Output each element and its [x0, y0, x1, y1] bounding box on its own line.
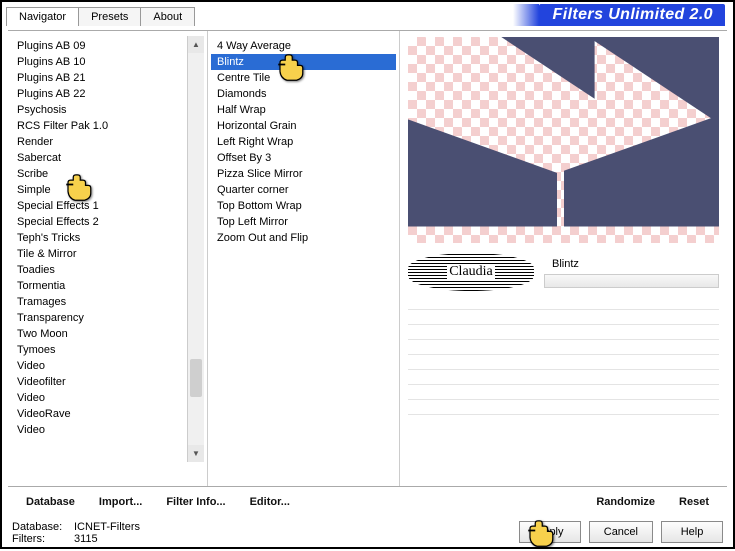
parameter-slider[interactable]: [544, 274, 719, 288]
list-item[interactable]: Half Wrap: [211, 102, 396, 118]
list-item[interactable]: Tile & Mirror: [11, 246, 204, 262]
database-button[interactable]: Database: [14, 492, 87, 512]
cancel-button[interactable]: Cancel: [589, 521, 653, 543]
list-item[interactable]: Teph's Tricks: [11, 230, 204, 246]
list-item[interactable]: Scribe: [11, 166, 204, 182]
filter-list[interactable]: 4 Way AverageBlintzCentre TileDiamondsHa…: [211, 36, 396, 248]
list-item[interactable]: Videofilter: [11, 374, 204, 390]
app-title: Filters Unlimited 2.0: [539, 4, 725, 26]
toolbar: Database Import... Filter Info... Editor…: [8, 486, 727, 517]
list-item[interactable]: Centre Tile: [211, 70, 396, 86]
list-item[interactable]: Tormentia: [11, 278, 204, 294]
import-button[interactable]: Import...: [87, 492, 154, 512]
list-item[interactable]: Sabercat: [11, 150, 204, 166]
list-item[interactable]: Transparency: [11, 310, 204, 326]
list-item[interactable]: Plugins AB 21: [11, 70, 204, 86]
tabs: Navigator Presets About: [6, 6, 194, 25]
filter-preview: [408, 37, 719, 243]
list-item[interactable]: Plugins AB 09: [11, 38, 204, 54]
list-item[interactable]: Psychosis: [11, 102, 204, 118]
parameter-rows: [408, 295, 719, 415]
list-item[interactable]: Horizontal Grain: [211, 118, 396, 134]
list-item[interactable]: Diamonds: [211, 86, 396, 102]
list-item[interactable]: Two Moon: [11, 326, 204, 342]
scroll-down-icon[interactable]: ▼: [188, 445, 204, 462]
scroll-thumb[interactable]: [190, 359, 202, 397]
filter-info-button[interactable]: Filter Info...: [154, 492, 237, 512]
help-button[interactable]: Help: [661, 521, 723, 543]
list-item[interactable]: Blintz: [211, 54, 396, 70]
list-item[interactable]: Left Right Wrap: [211, 134, 396, 150]
list-item[interactable]: Top Bottom Wrap: [211, 198, 396, 214]
list-item[interactable]: Toadies: [11, 262, 204, 278]
tab-presets[interactable]: Presets: [78, 7, 141, 26]
selected-filter-name: Blintz: [544, 256, 719, 272]
list-item[interactable]: 4 Way Average: [211, 38, 396, 54]
apply-button[interactable]: Apply: [519, 521, 581, 543]
list-item[interactable]: Video: [11, 358, 204, 374]
list-item[interactable]: Render: [11, 134, 204, 150]
status-info: Database:ICNET-Filters Filters:3115: [12, 521, 140, 545]
tab-navigator[interactable]: Navigator: [6, 7, 79, 26]
list-item[interactable]: Plugins AB 22: [11, 86, 204, 102]
plugin-list-scrollbar[interactable]: ▲ ▼: [187, 36, 204, 462]
tab-about[interactable]: About: [140, 7, 195, 26]
list-item[interactable]: Video: [11, 390, 204, 406]
list-item[interactable]: Top Left Mirror: [211, 214, 396, 230]
scroll-up-icon[interactable]: ▲: [188, 36, 204, 53]
list-item[interactable]: Video: [11, 422, 204, 438]
list-item[interactable]: Plugins AB 10: [11, 54, 204, 70]
plugin-category-list[interactable]: Plugins AB 09Plugins AB 10Plugins AB 21P…: [11, 36, 204, 440]
list-item[interactable]: VideoRave: [11, 406, 204, 422]
list-item[interactable]: Tramages: [11, 294, 204, 310]
list-item[interactable]: Special Effects 1: [11, 198, 204, 214]
watermark-logo: Claudia: [408, 253, 534, 291]
list-item[interactable]: Pizza Slice Mirror: [211, 166, 396, 182]
list-item[interactable]: RCS Filter Pak 1.0: [11, 118, 204, 134]
reset-button[interactable]: Reset: [667, 492, 721, 512]
randomize-button[interactable]: Randomize: [584, 492, 667, 512]
list-item[interactable]: Zoom Out and Flip: [211, 230, 396, 246]
list-item[interactable]: Offset By 3: [211, 150, 396, 166]
list-item[interactable]: Quarter corner: [211, 182, 396, 198]
list-item[interactable]: Special Effects 2: [11, 214, 204, 230]
editor-button[interactable]: Editor...: [238, 492, 302, 512]
list-item[interactable]: Simple: [11, 182, 204, 198]
list-item[interactable]: Tymoes: [11, 342, 204, 358]
